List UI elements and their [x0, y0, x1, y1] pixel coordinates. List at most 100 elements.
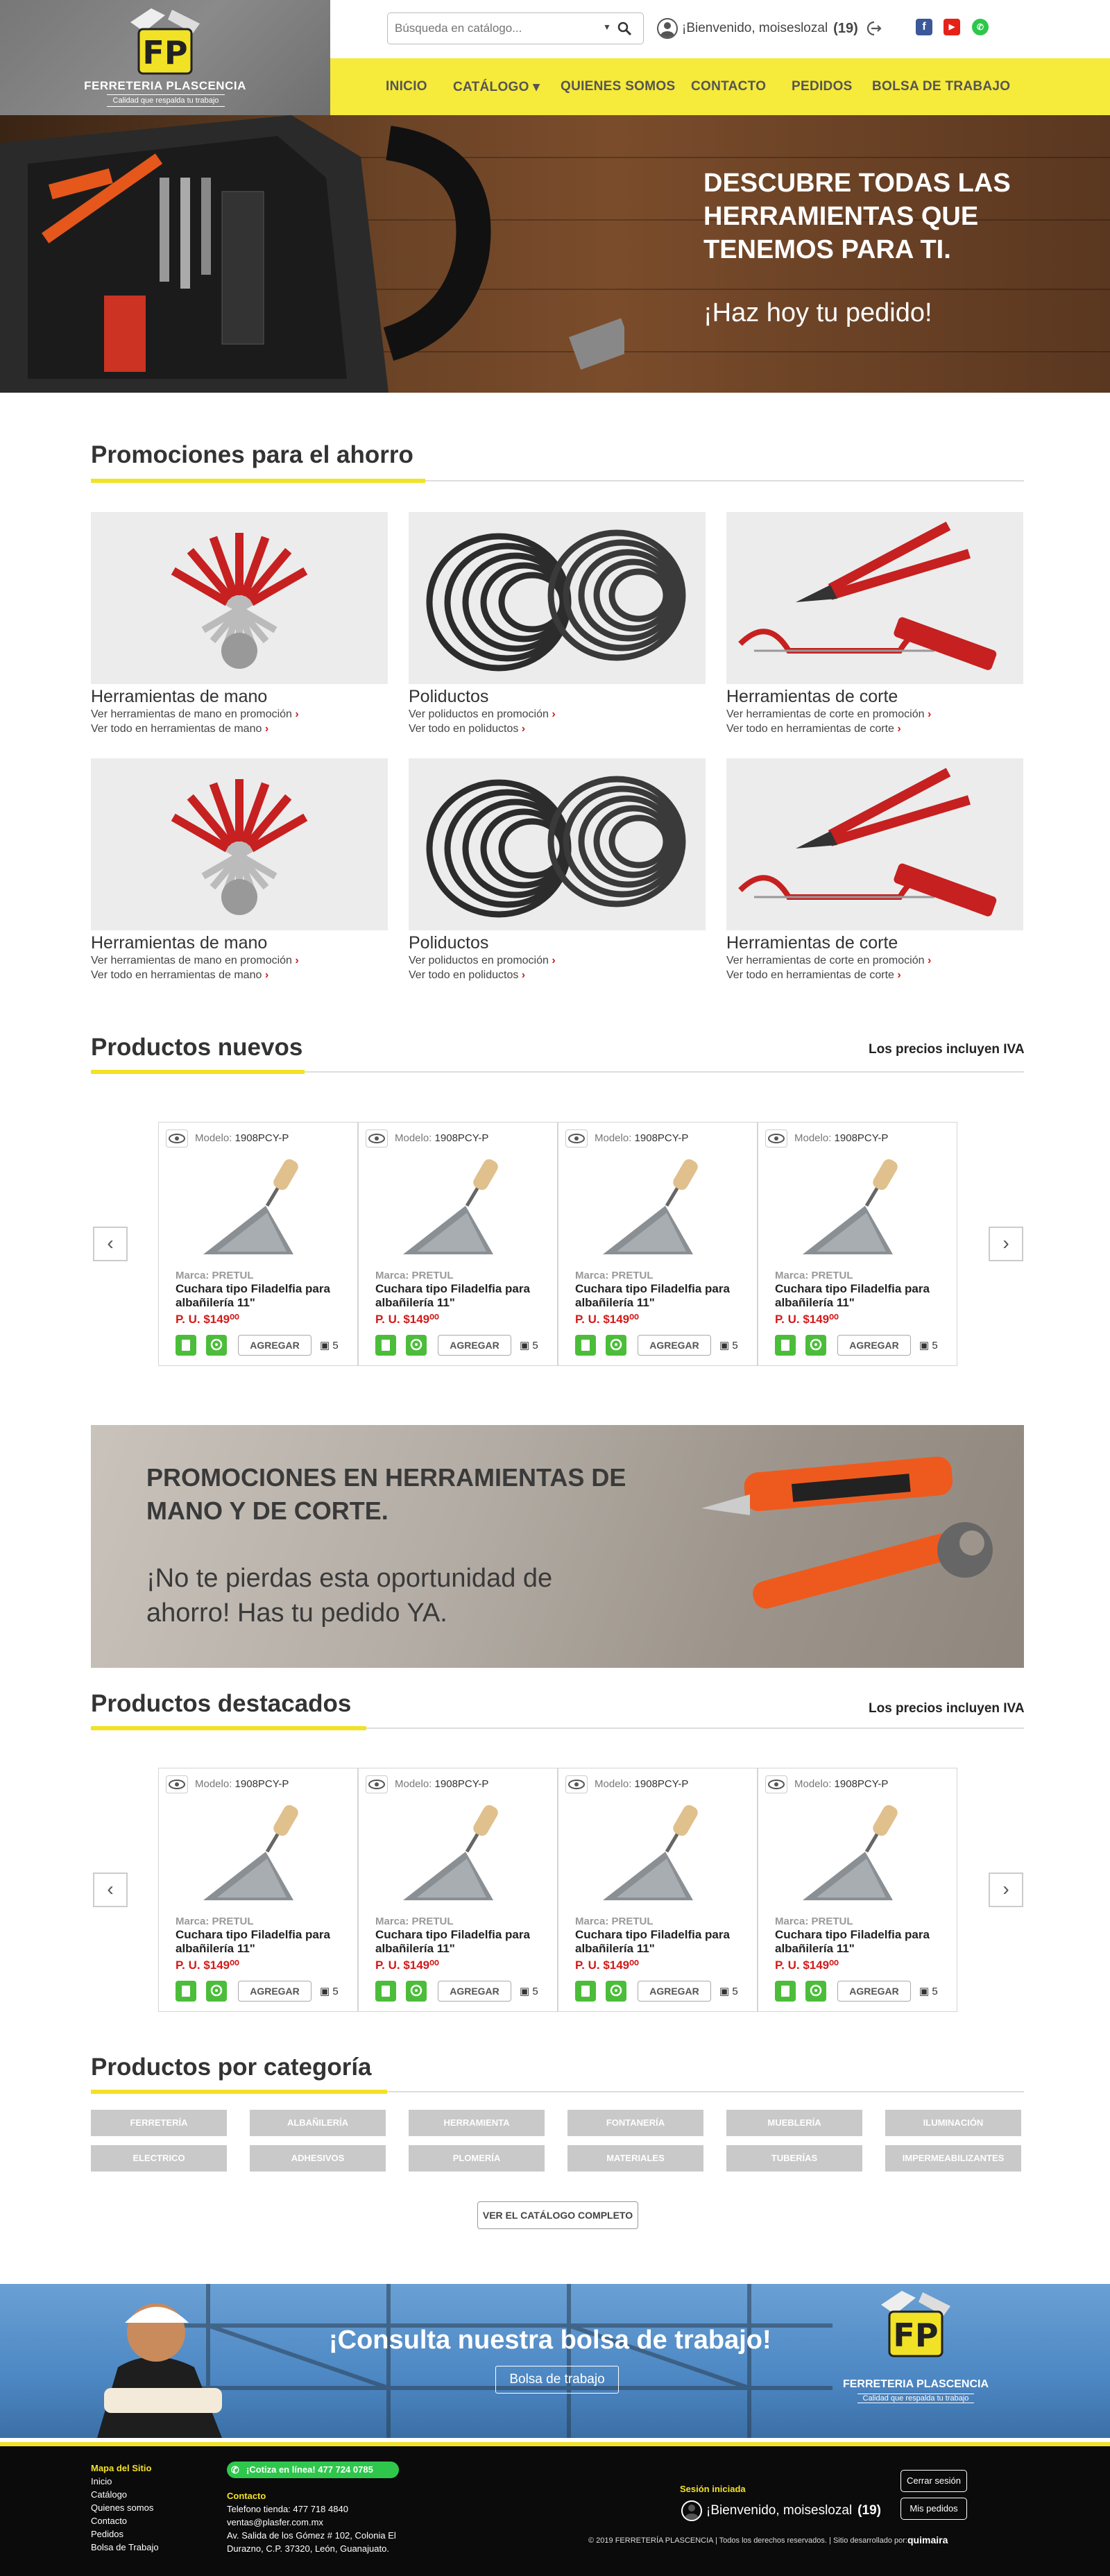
youtube-icon[interactable]: ▶ — [944, 19, 960, 35]
spec-sheet-icon[interactable] — [176, 1335, 196, 1356]
promo-link-sale[interactable]: Ver herramientas de corte en promoción › — [726, 955, 931, 967]
category-button[interactable]: MUEBLERÍA — [726, 2110, 862, 2136]
add-to-cart-button[interactable]: AGREGAR — [638, 1335, 711, 1356]
promo-image[interactable] — [409, 512, 706, 684]
spec-sheet-icon[interactable] — [775, 1335, 796, 1356]
whatsapp-icon[interactable]: ✆ — [972, 19, 989, 35]
product-name[interactable]: Cuchara tipo Filadelfia para albañilería… — [575, 1282, 749, 1310]
category-button[interactable]: FONTANERÍA — [567, 2110, 703, 2136]
user-greeting[interactable]: ¡Bienvenido, moiseslozal (19) — [657, 17, 882, 40]
promo-card[interactable]: Poliductos Ver poliductos en promoción › V… — [409, 512, 706, 748]
promo-card[interactable]: Herramientas de corte Ver herramientas de… — [726, 512, 1023, 748]
add-to-cart-button[interactable]: AGREGAR — [238, 1335, 311, 1356]
hero-banner[interactable]: DESCUBRE TODAS LAS HERRAMIENTAS QUE TENE… — [0, 115, 1110, 393]
nav-quienes-somos[interactable]: QUIENES SOMOS — [561, 79, 675, 94]
promo-name[interactable]: Herramientas de corte — [726, 687, 898, 707]
category-button[interactable]: PLOMERÍA — [409, 2145, 545, 2172]
sitemap-link[interactable]: Catálogo — [91, 2488, 159, 2501]
add-to-cart-button[interactable]: AGREGAR — [238, 1981, 311, 2002]
category-button[interactable]: ADHESIVOS — [250, 2145, 386, 2172]
product-name[interactable]: Cuchara tipo Filadelfia para albañilería… — [775, 1928, 948, 1956]
promo-link-all[interactable]: Ver todo en herramientas de corte › — [726, 723, 901, 735]
product-card[interactable]: Modelo: 1908PCY-P Marca: PRETUL Cuchara ti… — [358, 1768, 558, 2012]
quote-icon[interactable] — [406, 1335, 427, 1356]
add-to-cart-button[interactable]: AGREGAR — [837, 1981, 911, 2002]
promo-link-all[interactable]: Ver todo en herramientas de mano › — [91, 723, 268, 735]
promo-image[interactable] — [91, 512, 388, 684]
search-icon[interactable] — [617, 21, 632, 36]
carousel-next-button[interactable]: › — [989, 1873, 1023, 1907]
eye-icon[interactable] — [166, 1775, 188, 1793]
quote-icon[interactable] — [206, 1335, 227, 1356]
product-name[interactable]: Cuchara tipo Filadelfia para albañilería… — [375, 1928, 549, 1956]
spec-sheet-icon[interactable] — [575, 1981, 596, 2002]
quote-icon[interactable] — [606, 1335, 626, 1356]
spec-sheet-icon[interactable] — [375, 1335, 396, 1356]
product-name[interactable]: Cuchara tipo Filadelfia para albañilería… — [176, 1928, 349, 1956]
my-orders-button[interactable]: Mis pedidos — [900, 2498, 967, 2520]
product-card[interactable]: Modelo: 1908PCY-P Marca: PRETUL Cuchara ti… — [158, 1122, 358, 1366]
promo-card[interactable]: Herramientas de mano Ver herramientas de … — [91, 758, 388, 994]
logout-button[interactable]: Cerrar sesión — [900, 2470, 967, 2492]
promo-link-sale[interactable]: Ver herramientas de mano en promoción › — [91, 708, 299, 721]
trowel-image[interactable] — [589, 1157, 728, 1261]
promo-name[interactable]: Herramientas de mano — [91, 687, 267, 707]
product-card[interactable]: Modelo: 1908PCY-P Marca: PRETUL Cuchara ti… — [558, 1122, 758, 1366]
logout-icon[interactable] — [864, 19, 882, 37]
jobs-button[interactable]: Bolsa de trabajo — [495, 2366, 619, 2394]
quote-icon[interactable] — [406, 1981, 427, 2002]
whatsapp-quote-button[interactable]: ✆ ¡Cotiza en línea! 477 724 0785 — [227, 2462, 399, 2478]
category-button[interactable]: HERRAMIENTA — [409, 2110, 545, 2136]
category-button[interactable]: IMPERMEABILIZANTES — [885, 2145, 1021, 2172]
spec-sheet-icon[interactable] — [176, 1981, 196, 2002]
product-card[interactable]: Modelo: 1908PCY-P Marca: PRETUL Cuchara ti… — [558, 1768, 758, 2012]
spec-sheet-icon[interactable] — [375, 1981, 396, 2002]
add-to-cart-button[interactable]: AGREGAR — [638, 1981, 711, 2002]
product-card[interactable]: Modelo: 1908PCY-P Marca: PRETUL Cuchara ti… — [358, 1122, 558, 1366]
add-to-cart-button[interactable]: AGREGAR — [837, 1335, 911, 1356]
nav-pedidos[interactable]: PEDIDOS — [792, 79, 853, 94]
eye-icon[interactable] — [565, 1129, 588, 1148]
promo-name[interactable]: Herramientas de mano — [91, 933, 267, 953]
product-card[interactable]: Modelo: 1908PCY-P Marca: PRETUL Cuchara ti… — [158, 1768, 358, 2012]
product-name[interactable]: Cuchara tipo Filadelfia para albañilería… — [375, 1282, 549, 1310]
promo-card[interactable]: Herramientas de mano Ver herramientas de … — [91, 512, 388, 748]
nav-contacto[interactable]: CONTACTO — [691, 79, 766, 94]
eye-icon[interactable] — [366, 1775, 388, 1793]
promo-banner[interactable]: PROMOCIONES EN HERRAMIENTAS DE MANO Y DE… — [91, 1425, 1024, 1668]
category-button[interactable]: TUBERÍAS — [726, 2145, 862, 2172]
trowel-image[interactable] — [589, 1803, 728, 1907]
search-dropdown-caret-icon[interactable]: ▼ — [603, 22, 611, 32]
promo-link-sale[interactable]: Ver poliductos en promoción › — [409, 708, 556, 721]
trowel-image[interactable] — [389, 1157, 528, 1261]
spec-sheet-icon[interactable] — [575, 1335, 596, 1356]
product-card[interactable]: Modelo: 1908PCY-P Marca: PRETUL Cuchara ti… — [758, 1122, 957, 1366]
promo-link-all[interactable]: Ver todo en poliductos › — [409, 969, 525, 982]
sitemap-link[interactable]: Contacto — [91, 2514, 159, 2527]
promo-link-sale[interactable]: Ver poliductos en promoción › — [409, 955, 556, 967]
product-name[interactable]: Cuchara tipo Filadelfia para albañilería… — [176, 1282, 349, 1310]
category-button[interactable]: ILUMINACIÓN — [885, 2110, 1021, 2136]
promo-name[interactable]: Poliductos — [409, 933, 488, 953]
category-button[interactable]: FERRETERÍA — [91, 2110, 227, 2136]
promo-name[interactable]: Poliductos — [409, 687, 488, 707]
sitemap-link[interactable]: Quienes somos — [91, 2501, 159, 2514]
quote-icon[interactable] — [805, 1335, 826, 1356]
quote-icon[interactable] — [206, 1981, 227, 2002]
carousel-prev-button[interactable]: ‹ — [93, 1873, 128, 1907]
search-input[interactable] — [395, 13, 603, 44]
spec-sheet-icon[interactable] — [775, 1981, 796, 2002]
nav-catalogo[interactable]: CATÁLOGO ▾ — [453, 79, 540, 95]
promo-link-all[interactable]: Ver todo en poliductos › — [409, 723, 525, 735]
eye-icon[interactable] — [366, 1129, 388, 1148]
product-name[interactable]: Cuchara tipo Filadelfia para albañilería… — [575, 1928, 749, 1956]
carousel-prev-button[interactable]: ‹ — [93, 1227, 128, 1261]
nav-inicio[interactable]: INICIO — [386, 79, 427, 94]
promo-link-all[interactable]: Ver todo en herramientas de mano › — [91, 969, 268, 982]
promo-image[interactable] — [726, 758, 1023, 930]
promo-image[interactable] — [409, 758, 706, 930]
add-to-cart-button[interactable]: AGREGAR — [438, 1981, 511, 2002]
nav-bolsa-de-trabajo[interactable]: BOLSA DE TRABAJO — [872, 79, 1010, 94]
category-button[interactable]: MATERIALES — [567, 2145, 703, 2172]
promo-image[interactable] — [91, 758, 388, 930]
